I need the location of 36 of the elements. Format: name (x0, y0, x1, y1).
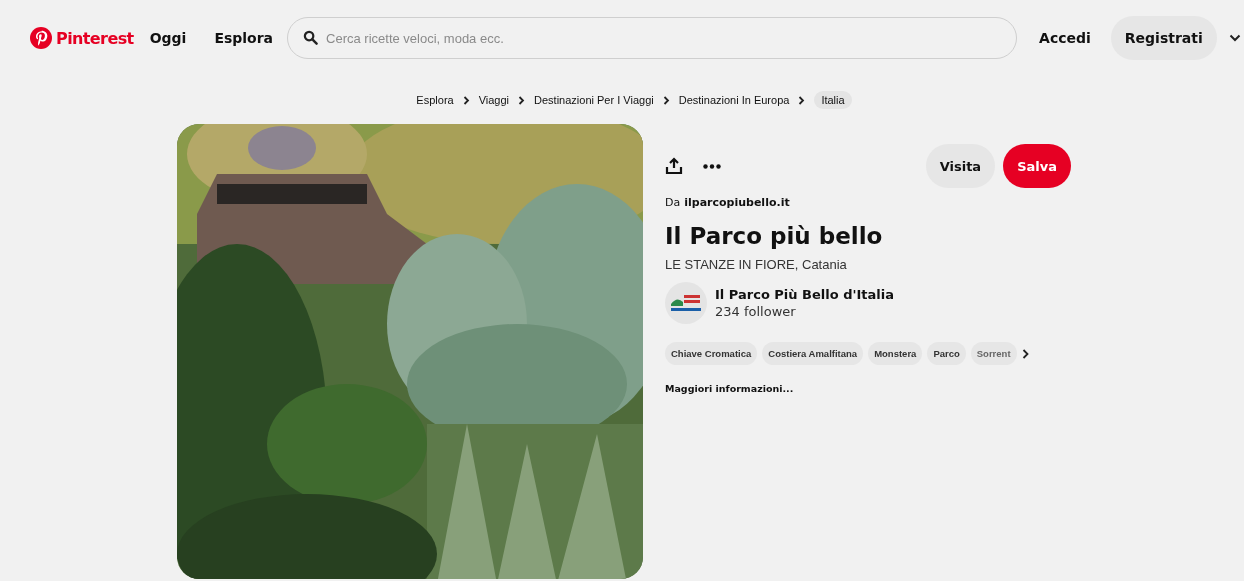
follower-count: 234 follower (715, 304, 797, 319)
source-label: Da (665, 196, 681, 209)
visit-button[interactable]: Visita (925, 144, 996, 188)
tag-chip[interactable]: Sorrent (970, 342, 1017, 365)
breadcrumb-link[interactable]: Destinazioni Per I Viaggi (534, 91, 654, 109)
nav-link[interactable]: Oggi (149, 30, 187, 46)
tag-chip[interactable]: Costiera Amalfitana (762, 342, 864, 365)
more-info-link[interactable]: Maggiori informazioni... (665, 383, 1071, 394)
pin-title: Il Parco più bello (665, 223, 884, 249)
avatar-icon[interactable] (665, 282, 707, 324)
chevron-right-icon[interactable] (1021, 348, 1029, 359)
breadcrumb-link[interactable]: Viaggi (478, 91, 510, 109)
tag-chip[interactable]: Monstera (868, 342, 923, 365)
breadcrumb-link[interactable]: Destinazioni In Europa (678, 91, 790, 109)
chevron-right-icon (518, 95, 526, 105)
login-link[interactable]: Accedi (1039, 30, 1091, 46)
breadcrumb-link[interactable]: Esplora (416, 91, 454, 109)
chevron-right-icon (662, 95, 670, 105)
save-button[interactable]: Salva (1003, 144, 1071, 188)
signup-button[interactable]: Registrati (1110, 16, 1217, 60)
share-icon[interactable] (665, 157, 683, 175)
chevron-down-icon[interactable] (1228, 34, 1241, 42)
pinterest-logo-icon[interactable] (30, 27, 52, 49)
breadcrumb-link[interactable]: Italia (814, 91, 852, 109)
chevron-right-icon (798, 95, 806, 105)
search-field[interactable]: Cerca ricette veloci, moda ecc. (287, 17, 1018, 59)
nav-link[interactable]: Esplora (214, 30, 274, 46)
tag-chip[interactable]: Chiave Cromatica (665, 342, 758, 365)
source-link[interactable]: ilparcopiubello.it (684, 196, 790, 209)
more-icon[interactable] (703, 163, 721, 169)
search-icon (303, 30, 319, 45)
pin-description: LE STANZE IN FIORE, Catania (665, 257, 848, 272)
author-name[interactable]: Il Parco Più Bello d'Italia (715, 287, 894, 302)
chevron-right-icon (462, 95, 470, 105)
tag-chip[interactable]: Parco (927, 342, 966, 365)
logo-wordmark[interactable]: Pinterest (56, 28, 134, 48)
